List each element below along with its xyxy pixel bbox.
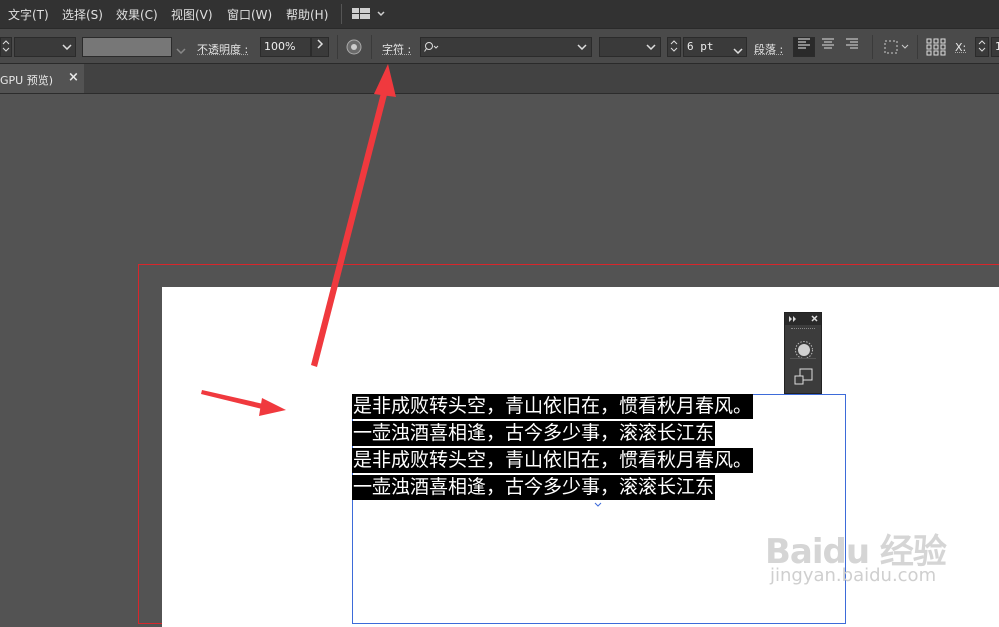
arrow-to-text [201, 390, 286, 416]
arrow-head [259, 398, 286, 416]
arrow-to-character-panel [311, 64, 396, 367]
arrow-shaft [311, 85, 389, 367]
arrow-shaft [201, 390, 268, 410]
annotation-arrows [201, 64, 396, 416]
arrow-head [374, 64, 396, 97]
baidu-watermark-url: jingyan.baidu.com [770, 565, 937, 586]
